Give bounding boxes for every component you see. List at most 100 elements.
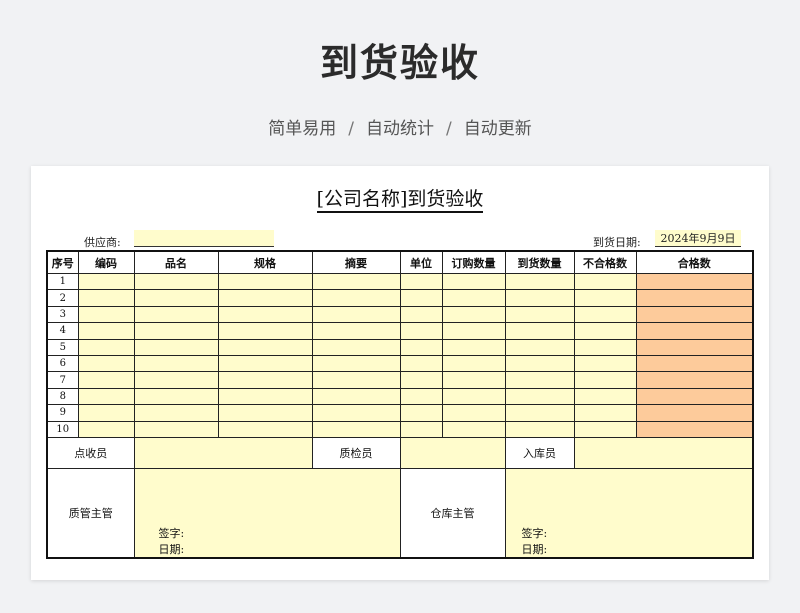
table-cell[interactable] [635, 338, 754, 356]
table-cell[interactable] [635, 272, 754, 291]
table-cell[interactable] [77, 354, 135, 373]
table-cell[interactable] [441, 289, 506, 307]
table-cell[interactable] [504, 289, 575, 307]
inspector-input[interactable] [399, 436, 506, 469]
table-cell[interactable] [217, 387, 313, 406]
table-cell[interactable] [504, 420, 575, 438]
table-cell[interactable] [399, 289, 443, 307]
managers-row: 质管主管 签字: 日期: 仓库主管 签字: 日期: [46, 467, 754, 559]
table-cell[interactable] [441, 305, 506, 324]
table-cell[interactable] [311, 354, 401, 373]
table-cell[interactable] [77, 338, 135, 356]
table-cell[interactable] [217, 322, 313, 340]
table-cell[interactable] [504, 371, 575, 389]
table-cell[interactable] [441, 420, 506, 438]
table-cell[interactable] [635, 420, 754, 438]
table-cell[interactable] [133, 387, 219, 406]
table-cell[interactable] [504, 354, 575, 373]
table-cell[interactable] [311, 272, 401, 291]
table-cell[interactable] [504, 305, 575, 324]
arrival-date-input[interactable]: 2024年9月9日 [655, 230, 741, 247]
col-header-rejected-qty: 不合格数 [573, 250, 637, 274]
table-cell[interactable] [311, 289, 401, 307]
table-cell[interactable] [399, 387, 443, 406]
table-cell[interactable] [635, 289, 754, 307]
table-cell[interactable] [399, 272, 443, 291]
table-cell[interactable] [635, 371, 754, 389]
table-cell[interactable] [635, 404, 754, 422]
table-cell[interactable] [133, 322, 219, 340]
table-cell[interactable] [77, 289, 135, 307]
warehouse-manager-sign-area[interactable]: 签字: 日期: [504, 467, 754, 559]
table-cell[interactable] [217, 289, 313, 307]
table-cell[interactable] [77, 322, 135, 340]
table-cell[interactable] [133, 272, 219, 291]
table-cell[interactable] [77, 404, 135, 422]
table-cell[interactable] [311, 305, 401, 324]
table-cell[interactable] [77, 272, 135, 291]
table-cell[interactable] [399, 322, 443, 340]
table-cell[interactable] [573, 387, 637, 406]
table-cell[interactable] [217, 371, 313, 389]
supplier-input[interactable] [134, 230, 274, 247]
receiver-input[interactable] [133, 436, 313, 469]
table-cell[interactable] [311, 420, 401, 438]
table-cell[interactable] [573, 354, 637, 373]
table-cell[interactable] [399, 371, 443, 389]
table-cell[interactable] [573, 404, 637, 422]
table-cell[interactable] [133, 404, 219, 422]
table-cell[interactable] [217, 338, 313, 356]
table-cell[interactable] [399, 420, 443, 438]
table-cell[interactable] [635, 354, 754, 373]
table-cell[interactable] [635, 322, 754, 340]
warehouse-in-input[interactable] [573, 436, 754, 469]
table-cell[interactable] [133, 354, 219, 373]
table-cell[interactable] [399, 354, 443, 373]
quality-manager-sign-area[interactable]: 签字: 日期: [133, 467, 401, 559]
table-cell[interactable] [217, 404, 313, 422]
table-cell[interactable] [217, 354, 313, 373]
table-cell[interactable] [217, 272, 313, 291]
table-cell[interactable] [133, 305, 219, 324]
table-cell[interactable] [635, 305, 754, 324]
table-cell[interactable] [441, 322, 506, 340]
table-cell[interactable] [441, 354, 506, 373]
table-cell[interactable] [573, 272, 637, 291]
table-cell[interactable] [441, 387, 506, 406]
table-cell[interactable] [441, 371, 506, 389]
table-cell[interactable] [311, 387, 401, 406]
table-cell[interactable] [133, 338, 219, 356]
table-cell[interactable] [635, 387, 754, 406]
table-cell[interactable] [77, 305, 135, 324]
table-cell[interactable] [573, 322, 637, 340]
table-cell[interactable] [77, 387, 135, 406]
table-cell[interactable] [504, 322, 575, 340]
table-cell[interactable] [133, 371, 219, 389]
table-cell[interactable] [504, 338, 575, 356]
table-cell[interactable] [311, 322, 401, 340]
table-cell[interactable] [504, 272, 575, 291]
table-cell[interactable] [133, 289, 219, 307]
table-cell[interactable] [77, 420, 135, 438]
table-cell[interactable] [573, 371, 637, 389]
table-cell[interactable] [311, 404, 401, 422]
table-cell[interactable] [311, 338, 401, 356]
table-cell[interactable] [133, 420, 219, 438]
table-cell[interactable] [441, 404, 506, 422]
table-cell[interactable] [573, 305, 637, 324]
table-cell[interactable] [311, 371, 401, 389]
table-cell[interactable] [217, 420, 313, 438]
table-cell[interactable] [504, 404, 575, 422]
table-cell[interactable] [573, 289, 637, 307]
table-cell[interactable] [504, 387, 575, 406]
col-header-summary: 摘要 [311, 250, 401, 274]
table-cell[interactable] [399, 338, 443, 356]
table-cell[interactable] [573, 338, 637, 356]
table-cell[interactable] [573, 420, 637, 438]
table-cell[interactable] [441, 272, 506, 291]
table-cell[interactable] [217, 305, 313, 324]
table-cell[interactable] [399, 305, 443, 324]
table-cell[interactable] [441, 338, 506, 356]
table-cell[interactable] [77, 371, 135, 389]
table-cell[interactable] [399, 404, 443, 422]
